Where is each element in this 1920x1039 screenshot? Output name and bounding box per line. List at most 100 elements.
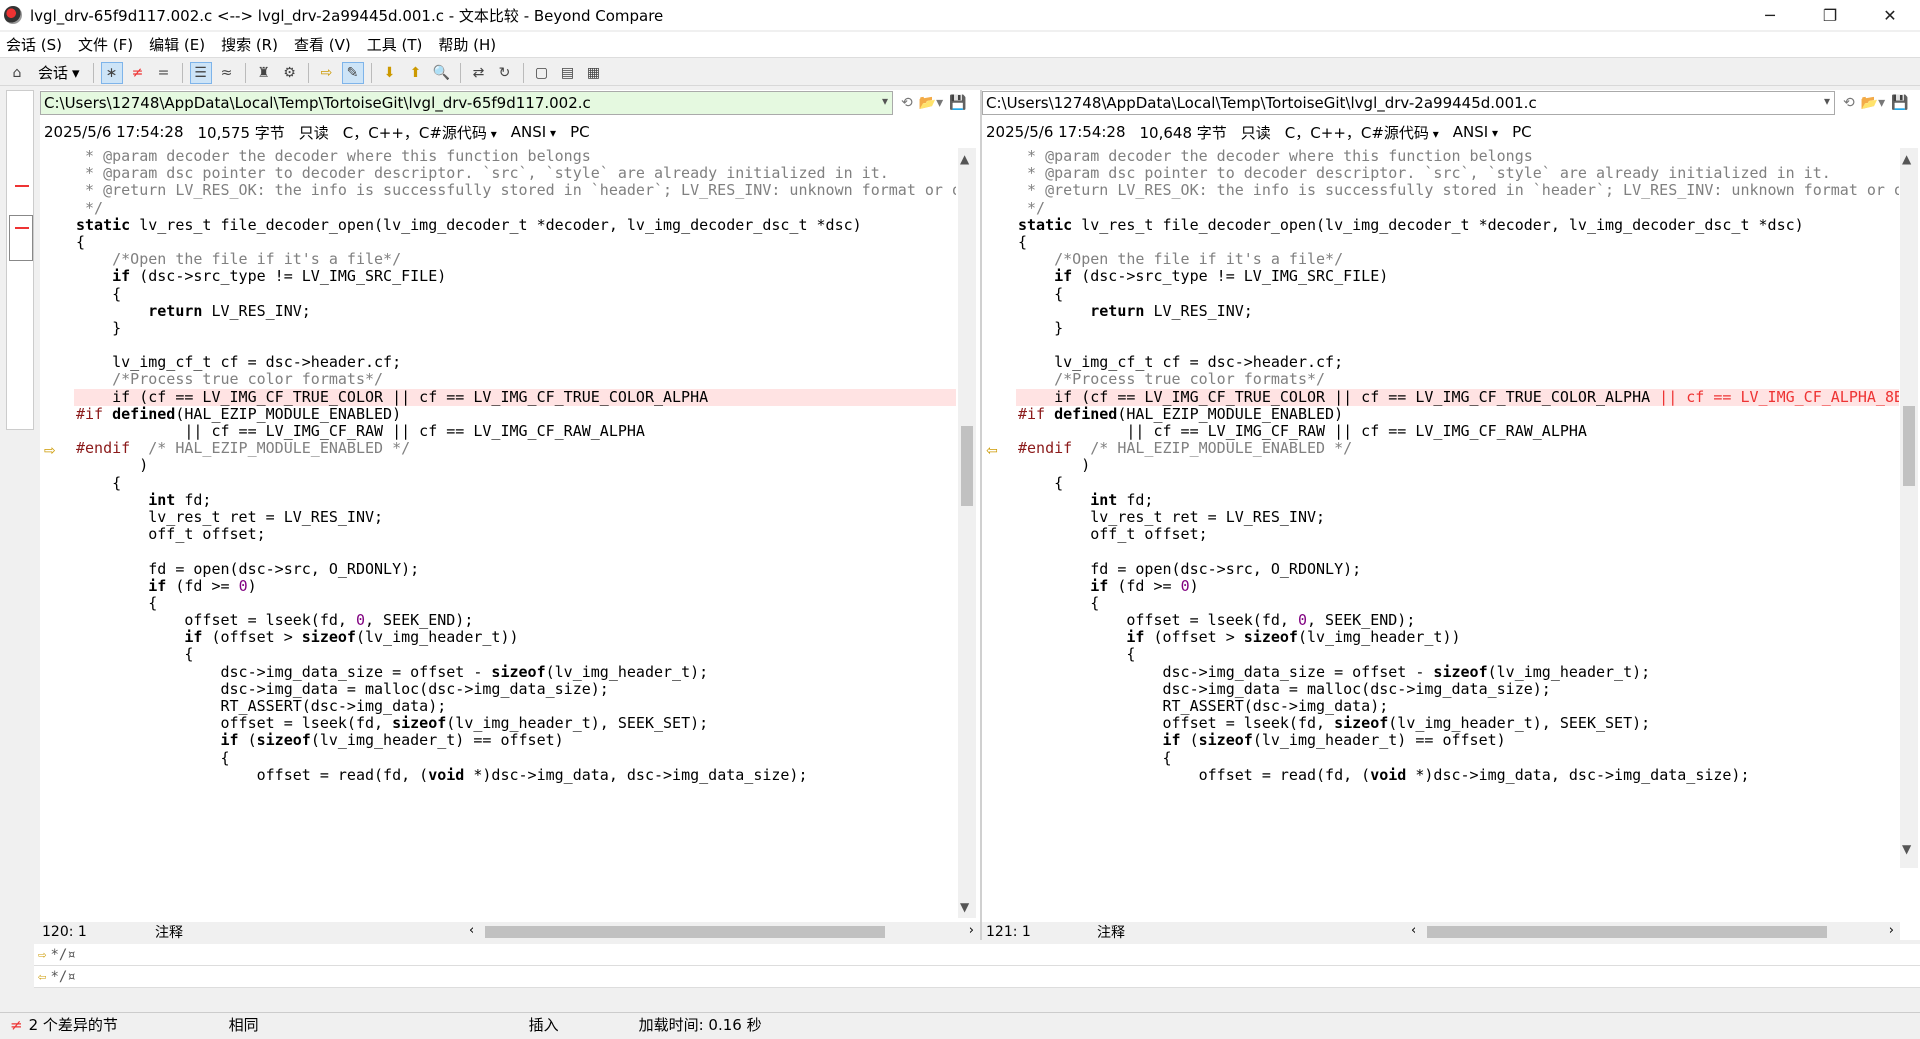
right-path-input[interactable]: C:\Users\12748\AppData\Local\Temp\Tortoi…	[982, 91, 1835, 115]
code-line[interactable]: {	[74, 285, 956, 303]
open-folder-icon[interactable]: 📂▾	[1861, 95, 1885, 111]
menu-session[interactable]: 会话 (S)	[6, 34, 62, 55]
right-vertical-scrollbar[interactable]: ▲ ▼	[1900, 148, 1918, 868]
show-diffs-icon[interactable]: ≠	[127, 62, 149, 84]
right-vscroll-thumb[interactable]	[1903, 406, 1915, 486]
code-line[interactable]: lv_img_cf_t cf = dsc->header.cf;	[1016, 354, 1899, 371]
context-icon[interactable]: ☰	[189, 61, 212, 84]
code-line[interactable]: offset = lseek(fd, sizeof(lv_img_header_…	[1016, 715, 1899, 732]
save-icon[interactable]: 💾	[949, 95, 966, 111]
code-line[interactable]: offset = read(fd, (void *)dsc->img_data,…	[74, 766, 956, 784]
right-readonly-label[interactable]: 只读	[1241, 122, 1271, 143]
detail-scrollbar[interactable]	[34, 990, 1920, 1008]
left-path-input[interactable]: C:\Users\12748\AppData\Local\Temp\Tortoi…	[40, 91, 893, 115]
code-line[interactable]: || cf == LV_IMG_CF_RAW || cf == LV_IMG_C…	[74, 422, 956, 440]
left-vertical-scrollbar[interactable]: ▲ ▼	[958, 148, 976, 918]
code-line[interactable]: off_t offset;	[74, 526, 956, 543]
menu-tools[interactable]: 工具 (T)	[367, 34, 423, 55]
code-line[interactable]: * @param decoder the decoder where this …	[1016, 148, 1899, 165]
copy-to-right-icon[interactable]: ⇨	[316, 62, 338, 84]
code-line[interactable]: if (sizeof(lv_img_header_t) == offset)	[1016, 732, 1899, 749]
code-line[interactable]: * @return LV_RES_OK: the info is success…	[74, 182, 956, 199]
code-line[interactable]: {	[74, 749, 956, 767]
code-line-diff[interactable]: if (cf == LV_IMG_CF_TRUE_COLOR || cf == …	[74, 388, 956, 406]
code-line[interactable]	[1016, 337, 1899, 354]
copy-to-left-arrow-icon[interactable]: ⇦	[986, 443, 998, 459]
code-line[interactable]: off_t offset;	[1016, 526, 1899, 543]
overview-gutter[interactable]	[6, 90, 34, 430]
left-lineend-label[interactable]: PC	[570, 123, 590, 141]
code-line[interactable]: static lv_res_t file_decoder_open(lv_img…	[74, 216, 956, 234]
code-line[interactable]: offset = lseek(fd, sizeof(lv_img_header_…	[74, 715, 956, 732]
right-encoding-dropdown[interactable]: ANSI	[1453, 123, 1498, 141]
chevron-down-icon[interactable]: ▾	[882, 94, 888, 108]
history-icon[interactable]: ⟲	[1843, 95, 1855, 111]
code-line[interactable]: * @param decoder the decoder where this …	[74, 148, 956, 165]
maximize-button[interactable]: ❐	[1800, 0, 1860, 30]
code-line[interactable]: /*Open the file if it's a file*/	[74, 251, 956, 268]
view-list-icon[interactable]: ▤	[557, 62, 579, 84]
find-icon[interactable]: 🔍	[431, 62, 453, 84]
code-line[interactable]: offset = lseek(fd, 0, SEEK_END);	[1016, 611, 1899, 629]
scroll-up-icon[interactable]: ▲	[960, 152, 969, 166]
code-line[interactable]: {	[74, 233, 956, 251]
session-dropdown[interactable]: 会话 ▾	[32, 62, 86, 83]
code-line[interactable]: RT_ASSERT(dsc->img_data);	[1016, 697, 1899, 715]
menu-search[interactable]: 搜索 (R)	[221, 34, 278, 55]
code-line[interactable]: offset = read(fd, (void *)dsc->img_data,…	[1016, 766, 1899, 784]
history-icon[interactable]: ⟲	[901, 95, 913, 111]
code-line[interactable]: * @return LV_RES_OK: the info is success…	[1016, 182, 1899, 199]
code-line[interactable]: #endif /* HAL_EZIP_MODULE_ENABLED */	[1016, 440, 1899, 457]
code-line[interactable]	[74, 337, 956, 354]
code-line[interactable]: if (sizeof(lv_img_header_t) == offset)	[74, 732, 956, 749]
code-line[interactable]: #if defined(HAL_EZIP_MODULE_ENABLED)	[1016, 405, 1899, 423]
code-line[interactable]: lv_res_t ret = LV_RES_INV;	[1016, 508, 1899, 526]
menu-edit[interactable]: 编辑 (E)	[149, 34, 205, 55]
code-line[interactable]: {	[74, 594, 956, 612]
code-line[interactable]: {	[1016, 646, 1899, 663]
code-line[interactable]: {	[1016, 233, 1899, 251]
code-line[interactable]: #if defined(HAL_EZIP_MODULE_ENABLED)	[74, 405, 956, 423]
scroll-right-icon[interactable]: ›	[969, 923, 974, 938]
open-folder-icon[interactable]: 📂▾	[919, 95, 943, 111]
code-line[interactable]: * @param dsc pointer to decoder descript…	[74, 165, 956, 182]
code-line[interactable]: if (fd >= 0)	[74, 577, 956, 595]
code-line[interactable]: fd = open(dsc->src, O_RDONLY);	[74, 560, 956, 578]
code-line[interactable]: int fd;	[1016, 491, 1899, 509]
code-line[interactable]: /*Process true color formats*/	[74, 371, 956, 388]
scroll-down-icon[interactable]: ▼	[960, 900, 969, 914]
view-single-icon[interactable]: ▢	[531, 62, 553, 84]
code-line[interactable]: * @param dsc pointer to decoder descript…	[1016, 165, 1899, 182]
code-line[interactable]: }	[1016, 319, 1899, 337]
code-line[interactable]: {	[74, 646, 956, 663]
code-line[interactable]: )	[74, 457, 956, 474]
home-icon[interactable]: ⌂	[6, 62, 28, 84]
minimize-button[interactable]: ─	[1740, 0, 1800, 30]
overview-viewport[interactable]	[9, 215, 33, 261]
scroll-up-icon[interactable]: ▲	[1902, 152, 1911, 166]
code-line[interactable]: if (offset > sizeof(lv_img_header_t))	[74, 629, 956, 646]
code-line[interactable]: dsc->img_data = malloc(dsc->img_data_siz…	[1016, 680, 1899, 698]
code-line[interactable]: #endif /* HAL_EZIP_MODULE_ENABLED */	[74, 440, 956, 457]
left-hscroll-thumb[interactable]	[485, 926, 885, 938]
menu-view[interactable]: 查看 (V)	[294, 34, 351, 55]
scroll-left-icon[interactable]: ‹	[1411, 923, 1416, 938]
code-line-diff[interactable]: if (cf == LV_IMG_CF_TRUE_COLOR || cf == …	[1016, 388, 1899, 406]
code-line[interactable]: /*Open the file if it's a file*/	[1016, 251, 1899, 268]
code-line[interactable]	[1016, 543, 1899, 560]
code-line[interactable]: dsc->img_data_size = offset - sizeof(lv_…	[74, 663, 956, 681]
code-line[interactable]: if (dsc->src_type != LV_IMG_SRC_FILE)	[74, 268, 956, 285]
left-language-dropdown[interactable]: C，C++，C#源代码	[343, 122, 497, 143]
view-details-icon[interactable]: ▦	[583, 62, 605, 84]
menu-file[interactable]: 文件 (F)	[78, 34, 133, 55]
right-code-view[interactable]: * @param decoder the decoder where this …	[1016, 148, 1899, 918]
code-line[interactable]: */	[74, 199, 956, 217]
code-line[interactable]: int fd;	[74, 491, 956, 509]
swap-sides-icon[interactable]: ⇄	[468, 62, 490, 84]
right-horizontal-scrollbar[interactable]: ‹ ›	[1407, 923, 1900, 941]
code-line[interactable]: offset = lseek(fd, 0, SEEK_END);	[74, 611, 956, 629]
code-line[interactable]: fd = open(dsc->src, O_RDONLY);	[1016, 560, 1899, 578]
scroll-down-icon[interactable]: ▼	[1902, 842, 1911, 856]
code-line[interactable]: */	[1016, 199, 1899, 217]
ignore-unimportant-icon[interactable]: ≈	[216, 62, 238, 84]
